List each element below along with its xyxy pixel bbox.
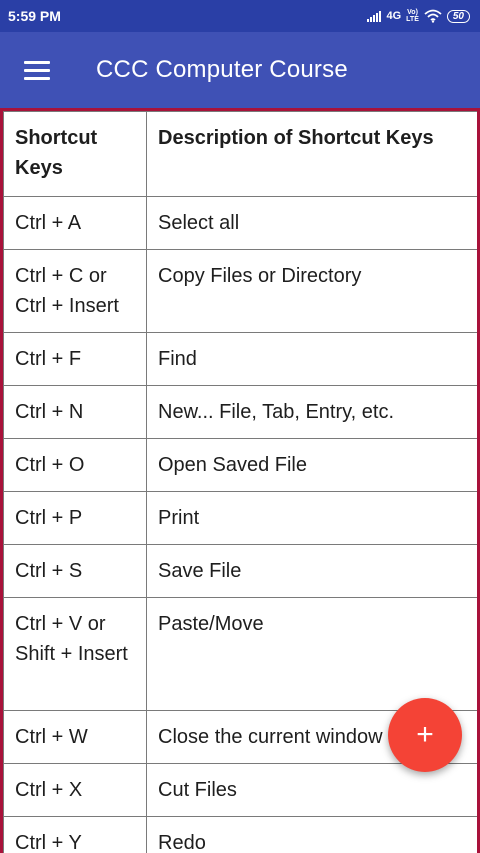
app-bar: CCC Computer Course xyxy=(0,32,480,108)
shortcut-keys-cell: Ctrl + X xyxy=(3,763,147,817)
shortcut-keys-cell: Ctrl + F xyxy=(3,332,147,386)
shortcut-keys-cell: Ctrl + A xyxy=(3,196,147,250)
shortcut-keys-cell: Ctrl + W xyxy=(3,710,147,764)
status-icons: 4G Vo) LTE 50 xyxy=(367,9,470,23)
column-header-description: Description of Shortcut Keys xyxy=(146,111,477,197)
column-header-keys: Shortcut Keys xyxy=(3,111,147,197)
status-bar: 5:59 PM 4G Vo) LTE 50 xyxy=(0,0,480,32)
table-row: Ctrl + O Open Saved File xyxy=(3,438,477,492)
shortcut-description-cell: Find xyxy=(146,332,477,386)
wifi-icon xyxy=(424,9,442,23)
table-header-row: Shortcut Keys Description of Shortcut Ke… xyxy=(3,111,477,197)
shortcut-description-cell: Print xyxy=(146,491,477,545)
shortcut-keys-cell: Ctrl + N xyxy=(3,385,147,439)
shortcut-keys-cell: Ctrl + S xyxy=(3,544,147,598)
shortcut-description-cell: New... File, Tab, Entry, etc. xyxy=(146,385,477,439)
status-time: 5:59 PM xyxy=(8,8,61,24)
table-row: Ctrl + P Print xyxy=(3,491,477,545)
shortcut-keys-cell: Ctrl + P xyxy=(3,491,147,545)
add-fab-button[interactable]: + xyxy=(388,698,462,772)
shortcut-description-cell: Save File xyxy=(146,544,477,598)
hamburger-menu-icon[interactable] xyxy=(24,60,50,80)
network-type: 4G xyxy=(386,10,402,22)
page-title: CCC Computer Course xyxy=(96,56,348,83)
shortcut-description-cell: Open Saved File xyxy=(146,438,477,492)
table-row: Ctrl + F Find xyxy=(3,332,477,386)
plus-icon: + xyxy=(416,718,434,751)
shortcut-description-cell: Redo xyxy=(146,816,477,853)
shortcut-keys-cell: Ctrl + V or Shift + Insert xyxy=(3,597,147,711)
shortcut-keys-cell: Ctrl + Y xyxy=(3,816,147,853)
signal-strength-icon xyxy=(367,10,382,22)
shortcut-keys-cell: Ctrl + O xyxy=(3,438,147,492)
shortcut-description-cell: Copy Files or Directory xyxy=(146,249,477,333)
table-row: Ctrl + C or Ctrl + Insert Copy Files or … xyxy=(3,249,477,333)
shortcut-description-cell: Paste/Move xyxy=(146,597,477,711)
table-row: Ctrl + S Save File xyxy=(3,544,477,598)
shortcut-keys-cell: Ctrl + C or Ctrl + Insert xyxy=(3,249,147,333)
table-row: Ctrl + X Cut Files xyxy=(3,763,477,817)
table-row: Ctrl + N New... File, Tab, Entry, etc. xyxy=(3,385,477,439)
shortcut-description-cell: Select all xyxy=(146,196,477,250)
table-row: Ctrl + A Select all xyxy=(3,196,477,250)
volte-icon: Vo) LTE xyxy=(406,9,419,23)
table-row: Ctrl + V or Shift + Insert Paste/Move xyxy=(3,597,477,711)
battery-icon: 50 xyxy=(446,9,470,23)
table-row: Ctrl + Y Redo xyxy=(3,816,477,853)
